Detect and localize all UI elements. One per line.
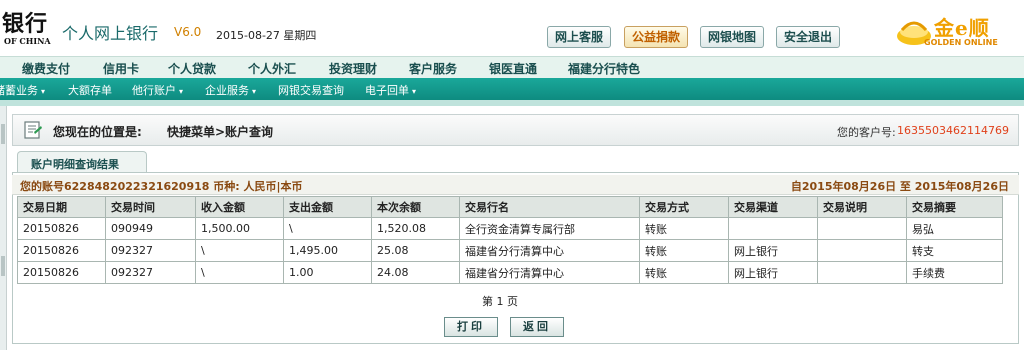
- back-button[interactable]: 返回: [510, 317, 564, 337]
- table-cell: 福建省分行清算中心: [459, 261, 640, 284]
- document-icon: [24, 121, 42, 139]
- online-service-button[interactable]: 网上客服: [547, 26, 612, 48]
- charity-donation-button[interactable]: 公益捐款: [624, 26, 689, 48]
- table-cell: 1,520.08: [371, 217, 460, 240]
- table-cell: 网上银行: [728, 261, 818, 284]
- column-header: 交易行名: [459, 196, 640, 218]
- rail-handle[interactable]: [1, 124, 5, 144]
- nav-customer-service[interactable]: 客户服务: [409, 60, 457, 77]
- current-date: 2015-08-27 星期四: [216, 29, 317, 42]
- nav-bill-payment[interactable]: 缴费支付: [22, 60, 70, 77]
- subnav-enterprise-service[interactable]: 企业服务 ▾: [205, 82, 256, 98]
- table-cell: 20150826: [17, 217, 106, 240]
- table-cell: 25.08: [371, 239, 460, 262]
- table-cell: 1,495.00: [283, 239, 372, 262]
- subnav-other-bank-accounts[interactable]: 他行账户 ▾: [132, 82, 183, 98]
- sub-nav: 储蓄业务▾ 大额存单 他行账户▾ 企业服务▾ 网银交易查询 电子回单▾: [0, 78, 1024, 100]
- subnav-e-receipt[interactable]: 电子回单 ▾: [365, 82, 416, 98]
- subnav-savings[interactable]: 储蓄业务▾: [0, 82, 45, 98]
- tab-account-detail-result[interactable]: 账户明细查询结果: [17, 151, 147, 173]
- nav-personal-forex[interactable]: 个人外汇: [248, 60, 296, 77]
- column-header: 收入金额: [195, 196, 284, 218]
- table-cell: [817, 261, 907, 284]
- app-version: V6.0: [174, 25, 202, 39]
- chevron-down-icon: ▾: [412, 87, 417, 96]
- column-header: 交易日期: [17, 196, 106, 218]
- logout-button[interactable]: 安全退出: [776, 26, 841, 48]
- column-header: 交易时间: [105, 196, 196, 218]
- account-summary-bar: 您的账号6228482022321620918 币种: 人民币|本币 自2015…: [12, 175, 1019, 195]
- account-info: 您的账号6228482022321620918 币种: 人民币|本币: [20, 180, 303, 193]
- brand-name: 银行: [2, 11, 49, 37]
- chevron-down-icon: ▾: [41, 87, 46, 96]
- table-cell: [728, 217, 818, 240]
- table-cell: 转账: [639, 261, 729, 284]
- nav-personal-loan[interactable]: 个人贷款: [168, 60, 216, 77]
- table-cell: 福建省分行清算中心: [459, 239, 640, 262]
- location-bar: 您现在的位置是: 快捷菜单>账户查询 您的客户号: 16355034621147…: [12, 114, 1019, 146]
- table-cell: [817, 217, 907, 240]
- logo-text: 金e顺: [934, 16, 990, 40]
- table-cell: 20150826: [17, 261, 106, 284]
- table-cell: 转账: [639, 239, 729, 262]
- main-nav: 缴费支付 信用卡 个人贷款 个人外汇 投资理财 客户服务 银医直通 福建分行特色: [0, 56, 1024, 78]
- table-cell: 20150826: [17, 239, 106, 262]
- app-title: 个人网上银行: [62, 24, 159, 43]
- left-collapse-rail[interactable]: [0, 106, 7, 350]
- nav-bank-hospital[interactable]: 银医直通: [489, 60, 537, 77]
- transaction-table: 交易日期 交易时间 收入金额 支出金额 本次余额 交易行名 交易方式 交易渠道 …: [17, 196, 1003, 284]
- location-label: 您现在的位置是:: [53, 125, 142, 139]
- table-cell: \: [195, 239, 284, 262]
- table-cell: 网上银行: [728, 239, 818, 262]
- table-cell: 转支: [906, 239, 1003, 262]
- table-row: 20150826 092327 \ 1,495.00 25.08 福建省分行清算…: [17, 239, 1003, 262]
- header: 银行 OF CHINA 个人网上银行 V6.0 2015-08-27 星期四 网…: [0, 0, 1024, 56]
- bank-map-button[interactable]: 网银地图: [700, 26, 765, 48]
- table-cell: 易弘: [906, 217, 1003, 240]
- table-cell: [817, 239, 907, 262]
- table-cell: 24.08: [371, 261, 460, 284]
- rail-handle[interactable]: [1, 256, 5, 276]
- brand-subtitle: OF CHINA: [4, 36, 51, 46]
- column-header: 交易方式: [639, 196, 729, 218]
- nav-investment[interactable]: 投资理财: [329, 60, 377, 77]
- column-header: 交易说明: [817, 196, 907, 218]
- nav-fujian-branch[interactable]: 福建分行特色: [568, 60, 640, 77]
- table-cell: \: [195, 261, 284, 284]
- subnav-transaction-query[interactable]: 网银交易查询: [278, 82, 344, 98]
- column-header: 本次余额: [371, 196, 460, 218]
- table-cell: 全行资金清算专属行部: [459, 217, 640, 240]
- subnav-large-deposit[interactable]: 大额存单: [68, 82, 112, 98]
- logo-subtitle: GOLDEN ONLINE: [924, 38, 998, 47]
- page-indicator: 第 1 页: [482, 295, 518, 308]
- table-cell: 转账: [639, 217, 729, 240]
- chevron-down-icon: ▾: [179, 87, 184, 96]
- table-cell: 1.00: [283, 261, 372, 284]
- customer-number: 1635503462114769: [897, 124, 1009, 137]
- customer-number-label: 您的客户号:: [837, 126, 896, 139]
- table-cell: 090949: [105, 217, 196, 240]
- breadcrumb: 快捷菜单>账户查询: [167, 125, 274, 139]
- column-header: 交易摘要: [906, 196, 1003, 218]
- column-header: 支出金额: [283, 196, 372, 218]
- nav-divider: [0, 100, 1024, 106]
- table-cell: \: [283, 217, 372, 240]
- chevron-down-icon: ▾: [252, 87, 257, 96]
- table-cell: 092327: [105, 239, 196, 262]
- nav-credit-card[interactable]: 信用卡: [103, 60, 139, 77]
- date-range: 自2015年08月26日 至 2015年08月26日: [790, 180, 1009, 193]
- table-row: 20150826 090949 1,500.00 \ 1,520.08 全行资金…: [17, 217, 1003, 240]
- column-header: 交易渠道: [728, 196, 818, 218]
- table-cell: 手续费: [906, 261, 1003, 284]
- table-cell: 1,500.00: [195, 217, 284, 240]
- table-header-row: 交易日期 交易时间 收入金额 支出金额 本次余额 交易行名 交易方式 交易渠道 …: [17, 196, 1003, 218]
- print-button[interactable]: 打印: [444, 317, 498, 337]
- table-cell: 092327: [105, 261, 196, 284]
- table-row: 20150826 092327 \ 1.00 24.08 福建省分行清算中心 转…: [17, 261, 1003, 284]
